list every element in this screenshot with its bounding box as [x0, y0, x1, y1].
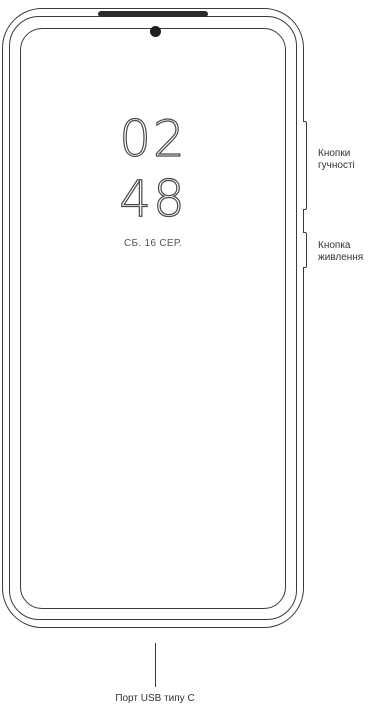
clock-minutes: 48: [119, 170, 187, 228]
volume-label-line2: гучності: [318, 160, 355, 171]
usb-port-leader-line: [155, 643, 157, 687]
phone-diagram: 02 48 СБ. 16 СЕР. Кнопки гучності Кнопка…: [0, 0, 377, 710]
lockscreen-date: СБ. 16 СЕР.: [124, 238, 182, 249]
power-button: [303, 232, 307, 268]
volume-label-line1: Кнопки: [318, 148, 351, 159]
earpiece-speaker: [98, 11, 208, 17]
power-label-line1: Кнопка: [318, 240, 351, 251]
power-button-label: Кнопка живлення: [318, 240, 363, 264]
power-label-line2: живлення: [318, 252, 364, 263]
clock-hours: 02: [119, 110, 187, 168]
usb-port-label: Порт USB типу C: [115, 693, 195, 704]
volume-button-label: Кнопки гучності: [318, 148, 355, 172]
volume-button: [303, 121, 307, 210]
front-camera-icon: [150, 26, 161, 37]
